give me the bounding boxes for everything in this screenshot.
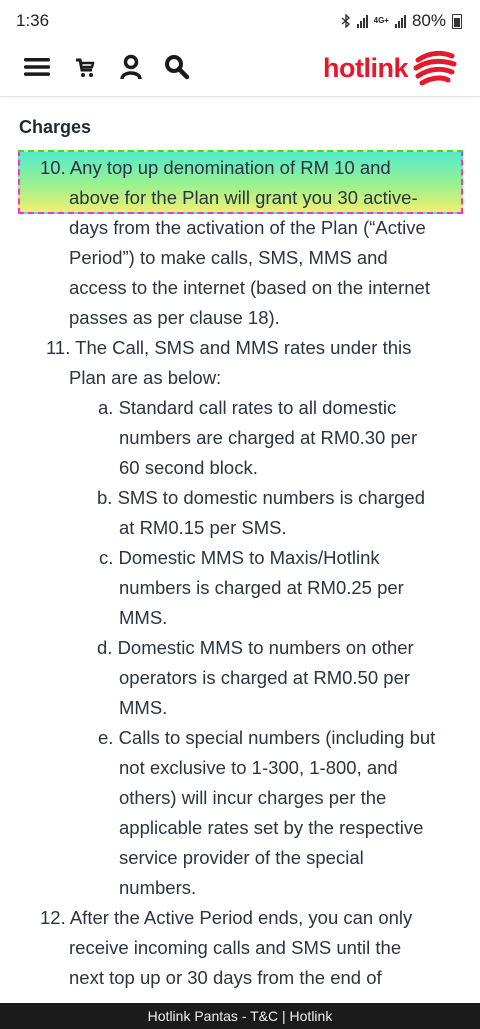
brand-wordmark: hotlink — [323, 52, 409, 83]
clause-10-line-6: passes as per clause 18). — [69, 307, 280, 328]
signal-icon — [356, 14, 368, 28]
site-header: hotlink — [0, 42, 480, 97]
section-title: Charges — [19, 117, 92, 137]
cart-icon[interactable] — [70, 52, 100, 82]
item-a-line-3: 60 second block. — [119, 457, 258, 478]
clause-12-line-3: next top up or 30 days from the end of — [69, 967, 382, 988]
search-icon[interactable] — [162, 52, 192, 82]
item-e-line-4: applicable rates set by the respective — [119, 817, 424, 838]
menu-icon[interactable] — [22, 52, 52, 82]
clause-10-line-1: 10. Any top up denomination of RM 10 and — [40, 157, 391, 178]
clause-11-line-2: Plan are as below: — [69, 367, 222, 388]
clause-10-line-5: access to the internet (based on the int… — [69, 277, 430, 298]
status-time: 1:36 — [16, 11, 50, 30]
item-c-line-1: c. Domestic MMS to Maxis/Hotlink — [99, 547, 380, 568]
bluetooth-icon — [341, 14, 350, 28]
clause-10-line-3: days from the activation of the Plan (“A… — [69, 217, 426, 238]
clause-12-line-1: 12. After the Active Period ends, you ca… — [40, 907, 413, 928]
item-a-line-2: numbers are charged at RM0.30 per — [119, 427, 418, 448]
battery-icon — [452, 13, 462, 29]
clause-11-line-1: 11. The Call, SMS and MMS rates under th… — [46, 337, 412, 358]
item-e-line-1: e. Calls to special numbers (including b… — [98, 727, 436, 748]
hotlink-logo[interactable]: hotlink — [323, 48, 458, 88]
item-e-line-5: service provider of the special — [119, 847, 364, 868]
item-d-line-1: d. Domestic MMS to numbers on other — [97, 637, 414, 658]
signal-icon-2 — [394, 14, 406, 28]
clause-10-line-4: Period”) to make calls, SMS, MMS and — [69, 247, 388, 268]
clause-12-line-2: receive incoming calls and SMS until the — [69, 937, 402, 958]
terms-content: Charges 10. Any top up denomination of R… — [0, 96, 480, 1003]
network-type: 4G+ — [373, 16, 389, 25]
status-icons: 4G+ 80% — [341, 11, 462, 31]
item-d-line-3: MMS. — [119, 697, 168, 718]
item-e-line-3: others) will incur charges per the — [119, 787, 387, 808]
item-e-line-6: numbers. — [119, 877, 197, 898]
clause-10-line-2: above for the Plan will grant you 30 act… — [69, 187, 418, 208]
item-a-line-1: a. Standard call rates to all domestic — [98, 397, 397, 418]
item-b-line-2: at RM0.15 per SMS. — [119, 517, 287, 538]
battery-percent: 80% — [411, 11, 446, 30]
item-c-line-2: numbers is charged at RM0.25 per — [119, 577, 404, 598]
item-d-line-2: operators is charged at RM0.50 per — [119, 667, 411, 688]
status-bar: 1:36 4G+ 80% — [0, 0, 480, 42]
account-icon[interactable] — [116, 52, 146, 82]
item-b-line-1: b. SMS to domestic numbers is charged — [97, 487, 426, 508]
page-title-bar: Hotlink Pantas - T&C | Hotlink — [0, 1003, 480, 1029]
item-e-line-2: not exclusive to 1-300, 1-800, and — [119, 757, 398, 778]
brand-swoosh-icon — [413, 50, 457, 86]
item-c-line-3: MMS. — [119, 607, 168, 628]
